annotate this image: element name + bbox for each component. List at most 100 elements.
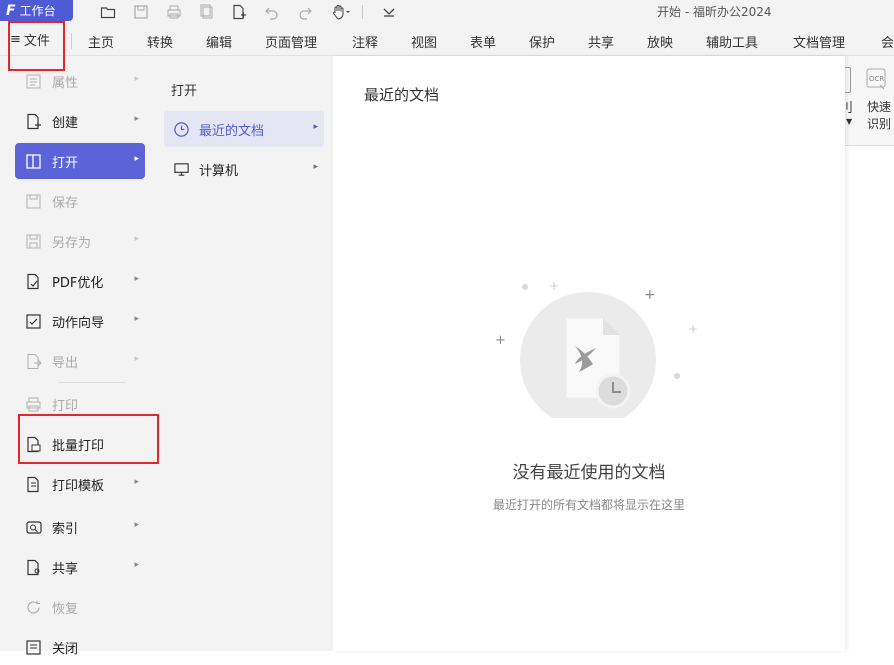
menu-item-label: 恢复 xyxy=(52,601,79,617)
print-template-icon xyxy=(24,475,42,493)
submenu-item-recent-documents[interactable]: 最近的文档 ▸ xyxy=(164,111,324,147)
menu-item-label: 保存 xyxy=(52,195,79,211)
app-title: 开始 - 福昕办公2024 xyxy=(657,5,772,19)
menu-item-open[interactable]: 打开 ▸ xyxy=(15,143,145,179)
menu-item-export[interactable]: 导出 ▸ xyxy=(15,343,145,379)
svg-text:+: + xyxy=(644,287,656,303)
export-icon xyxy=(24,352,42,370)
new-doc-icon[interactable] xyxy=(229,2,249,22)
submenu-item-computer[interactable]: 计算机 ▸ xyxy=(164,151,324,187)
menu-item-close-doc[interactable]: 关闭 xyxy=(15,629,145,665)
menu-item-label: 动作向导 xyxy=(52,315,105,331)
open-folder-icon[interactable] xyxy=(98,2,118,22)
chevron-right-icon: ▸ xyxy=(134,477,139,487)
open-icon xyxy=(24,152,42,170)
menu-item-label: 导出 xyxy=(52,355,79,371)
menu-item-label: 关闭 xyxy=(52,641,79,657)
chevron-right-icon: ▸ xyxy=(134,234,139,244)
tab-document-management[interactable]: 文档管理 xyxy=(793,32,845,51)
ribbon-tab-bar xyxy=(0,24,894,56)
tab-home[interactable]: 主页 xyxy=(88,32,114,51)
menu-item-create[interactable]: 创建 ▸ xyxy=(15,103,145,139)
chevron-right-icon: ▸ xyxy=(134,354,139,364)
tab-page-management[interactable]: 页面管理 xyxy=(265,32,317,51)
computer-icon xyxy=(172,160,190,178)
index-icon xyxy=(24,518,42,536)
action-wizard-icon xyxy=(24,312,42,330)
pdf-optimize-icon xyxy=(24,272,42,290)
menu-item-label: PDF优化 xyxy=(52,275,104,291)
menu-separator xyxy=(58,382,126,383)
customize-dropdown-icon[interactable] xyxy=(379,2,399,22)
tab-divider xyxy=(71,33,72,49)
clock-icon xyxy=(172,120,190,138)
undo-icon[interactable] xyxy=(262,2,282,22)
chevron-right-icon: ▸ xyxy=(134,114,139,124)
menu-item-label: 另存为 xyxy=(52,235,92,251)
tab-form[interactable]: 表单 xyxy=(470,32,496,51)
share-icon xyxy=(24,558,42,576)
menu-item-index[interactable]: 索引 ▸ xyxy=(15,509,145,545)
highlight-box-file-tab xyxy=(8,21,65,71)
chevron-right-icon: ▸ xyxy=(134,520,139,530)
menu-item-restore[interactable]: 恢复 xyxy=(15,589,145,625)
menu-item-save-as[interactable]: 另存为 ▸ xyxy=(15,223,145,259)
ribbon-dropdown-icon[interactable]: ▼ xyxy=(846,117,852,126)
submenu-item-label: 最近的文档 xyxy=(199,123,265,139)
menu-item-label: 打开 xyxy=(52,155,79,171)
workbench-button[interactable]: F 工作台 xyxy=(0,0,73,21)
toolbar-divider xyxy=(362,5,363,19)
save-icon xyxy=(24,192,42,210)
menu-item-label: 索引 xyxy=(52,521,79,537)
restore-icon xyxy=(24,598,42,616)
save-icon-quick[interactable] xyxy=(131,2,151,22)
tab-present[interactable]: 放映 xyxy=(647,32,673,51)
empty-state-title: 没有最近使用的文档 xyxy=(512,463,666,483)
menu-item-action-wizard[interactable]: 动作向导 ▸ xyxy=(15,303,145,339)
chevron-right-icon: ▸ xyxy=(134,314,139,324)
chevron-right-icon: ▸ xyxy=(134,154,139,164)
hand-tool-icon[interactable] xyxy=(328,2,354,22)
svg-text:OCR: OCR xyxy=(869,75,884,83)
svg-text:+: + xyxy=(495,333,506,348)
document-area xyxy=(845,146,894,651)
ocr-icon[interactable]: OCR xyxy=(866,67,888,93)
close-doc-icon xyxy=(24,638,42,656)
chevron-right-icon: ▸ xyxy=(313,122,318,132)
foxit-logo-icon: F xyxy=(6,2,16,19)
tab-convert[interactable]: 转换 xyxy=(147,32,173,51)
menu-item-label: 共享 xyxy=(52,561,79,577)
tab-more[interactable]: 会 xyxy=(881,32,894,51)
menu-item-save[interactable]: 保存 xyxy=(15,183,145,219)
menu-item-label: 打印模板 xyxy=(52,478,105,494)
chevron-right-icon: ▸ xyxy=(313,162,318,172)
menu-item-label: 打印 xyxy=(52,398,79,414)
tab-comment[interactable]: 注释 xyxy=(352,32,378,51)
ocr-label[interactable]: 快速识别 xyxy=(867,99,894,133)
submenu-item-label: 计算机 xyxy=(199,163,239,179)
open-submenu-title: 打开 xyxy=(171,84,198,99)
menu-item-label: 创建 xyxy=(52,115,79,131)
menu-item-share[interactable]: 共享 ▸ xyxy=(15,549,145,585)
redo-icon[interactable] xyxy=(295,2,315,22)
menu-item-print-template[interactable]: 打印模板 ▸ xyxy=(15,466,145,502)
recent-documents-title: 最近的文档 xyxy=(364,86,440,104)
print-icon-quick[interactable] xyxy=(164,2,184,22)
tab-share[interactable]: 共享 xyxy=(588,32,614,51)
empty-state-subtitle: 最近打开的所有文档都将显示在这里 xyxy=(492,498,685,512)
tab-protect[interactable]: 保护 xyxy=(529,32,555,51)
empty-state-illustration: + + + + xyxy=(490,278,710,428)
workbench-label: 工作台 xyxy=(19,4,56,18)
properties-icon xyxy=(24,72,42,90)
save-as-icon xyxy=(24,232,42,250)
menu-item-pdf-optimize[interactable]: PDF优化 ▸ xyxy=(15,263,145,299)
svg-text:+: + xyxy=(688,322,698,336)
create-icon xyxy=(24,112,42,130)
tab-edit[interactable]: 编辑 xyxy=(206,32,232,51)
menu-item-label: 属性 xyxy=(52,75,79,91)
tab-accessibility[interactable]: 辅助工具 xyxy=(706,32,758,51)
copy-doc-icon[interactable] xyxy=(197,2,217,22)
highlight-box-batch-print xyxy=(18,414,159,464)
chevron-right-icon: ▸ xyxy=(134,274,139,284)
tab-view[interactable]: 视图 xyxy=(411,32,437,51)
